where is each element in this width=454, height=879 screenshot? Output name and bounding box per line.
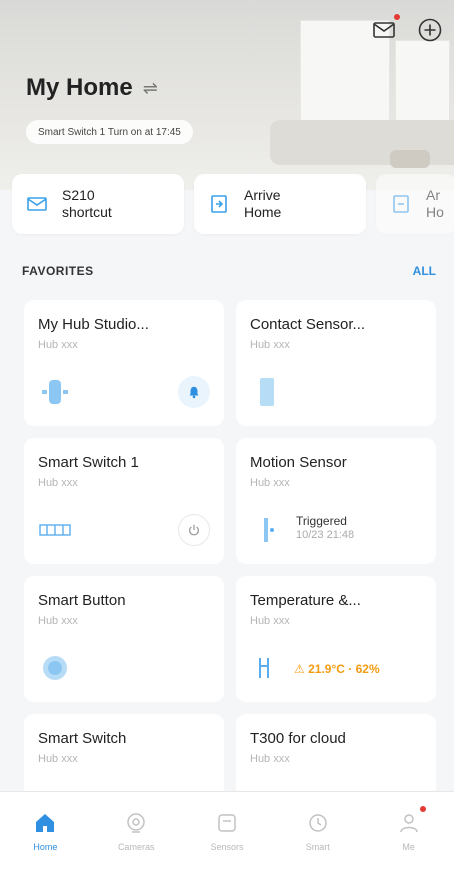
favorites-title: FAVORITES [22,264,94,278]
shortcut-door-icon [390,193,412,215]
shortcut-label: Ar Ho [426,187,444,220]
device-status: Hub xxx [38,477,78,489]
tab-label: Sensors [210,842,244,852]
page-title: My Home [26,74,133,101]
favorites-all-link[interactable]: ALL [413,264,436,278]
contact-sensor-icon [250,378,284,406]
tab-me[interactable]: Me [363,792,454,879]
power-icon[interactable] [178,514,210,546]
device-card[interactable]: Smart Switch 1 Hub xxx [24,438,224,564]
motion-status: Triggered 10/23 21:48 [296,514,354,542]
device-card[interactable]: My Hub Studio... Hub xxx [24,300,224,426]
mail-icon[interactable] [370,14,400,44]
smart-icon [305,810,331,836]
device-name: Temperature &... [250,592,361,609]
switch-icon [38,516,72,544]
home-icon [32,810,58,836]
shortcut-partial[interactable]: Ar Ho [376,174,454,234]
shortcut-label: S210 shortcut [62,187,112,220]
device-name: Smart Switch [38,730,127,747]
warning-icon: ⚠ [294,662,305,676]
device-card[interactable]: Smart Button Hub xxx [24,576,224,702]
motion-sensor-icon [250,516,284,544]
tab-label: Cameras [117,842,155,852]
tab-cameras[interactable]: Cameras [91,792,182,879]
device-status: Hub xxx [250,477,290,489]
hub-icon [38,378,72,406]
shortcut-arrive-home[interactable]: Arrive Home [194,174,366,234]
device-status: Hub xxx [38,753,78,765]
tab-smart[interactable]: Smart [272,792,363,879]
device-status: Hub xxx [250,615,290,627]
background-cushion [390,150,430,168]
favorites-header: FAVORITES ALL [22,264,436,278]
tab-label: Home [33,842,58,852]
device-status: Hub xxx [38,615,78,627]
automation-pill[interactable]: Smart Switch 1 Turn on at 17:45 [26,120,193,144]
motion-time: 10/23 21:48 [296,529,355,541]
temperature-reading: ⚠ 21.9°C · 62% [294,662,380,676]
shortcut-s210[interactable]: S210 shortcut [12,174,184,234]
switch-home-icon[interactable]: ⇌ [143,78,158,99]
shortcut-label: Arrive Home [244,187,282,220]
bell-icon[interactable] [178,376,210,408]
bottom-tab-bar: Home Cameras Sensors Smart Me [0,791,454,879]
device-card[interactable]: Contact Sensor... Hub xxx [236,300,436,426]
device-name: My Hub Studio... [38,316,149,333]
device-name: Smart Switch 1 [38,454,139,471]
device-name: Contact Sensor... [250,316,366,333]
notification-dot [394,14,400,20]
shortcut-door-icon [208,193,230,215]
sensor-icon [214,810,240,836]
tab-label: Smart [305,842,330,852]
profile-icon [396,810,422,836]
device-name: Smart Button [38,592,126,609]
button-icon [38,654,72,682]
device-name: T300 for cloud [250,730,346,747]
camera-icon [123,810,149,836]
tab-sensors[interactable]: Sensors [182,792,273,879]
device-name: Motion Sensor [250,454,347,471]
notification-dot [419,806,426,812]
motion-triggered-label: Triggered [296,514,347,528]
device-card[interactable]: Temperature &... Hub xxx ⚠ 21.9°C · 62% [236,576,436,702]
home-switcher[interactable]: My Home ⇌ [26,74,158,102]
shortcut-envelope-icon [26,193,48,215]
thermometer-icon [250,654,284,682]
device-card[interactable]: Motion Sensor Hub xxx Triggered 10/23 21… [236,438,436,564]
add-device-icon[interactable] [416,16,444,44]
temperature-value: 21.9°C · 62% [308,662,380,676]
device-grid: My Hub Studio... Hub xxx Contact Sensor.… [24,300,436,848]
device-status: Hub xxx [250,753,290,765]
hero-banner: My Home ⇌ Smart Switch 1 Turn on at 17:4… [0,0,454,190]
shortcut-row: S210 shortcut Arrive Home Ar Ho [12,174,454,234]
tab-home[interactable]: Home [0,792,91,879]
top-actions [370,14,444,44]
device-status: Hub xxx [250,339,290,351]
tab-label: Me [402,842,415,852]
device-status: Hub xxx [38,339,78,351]
